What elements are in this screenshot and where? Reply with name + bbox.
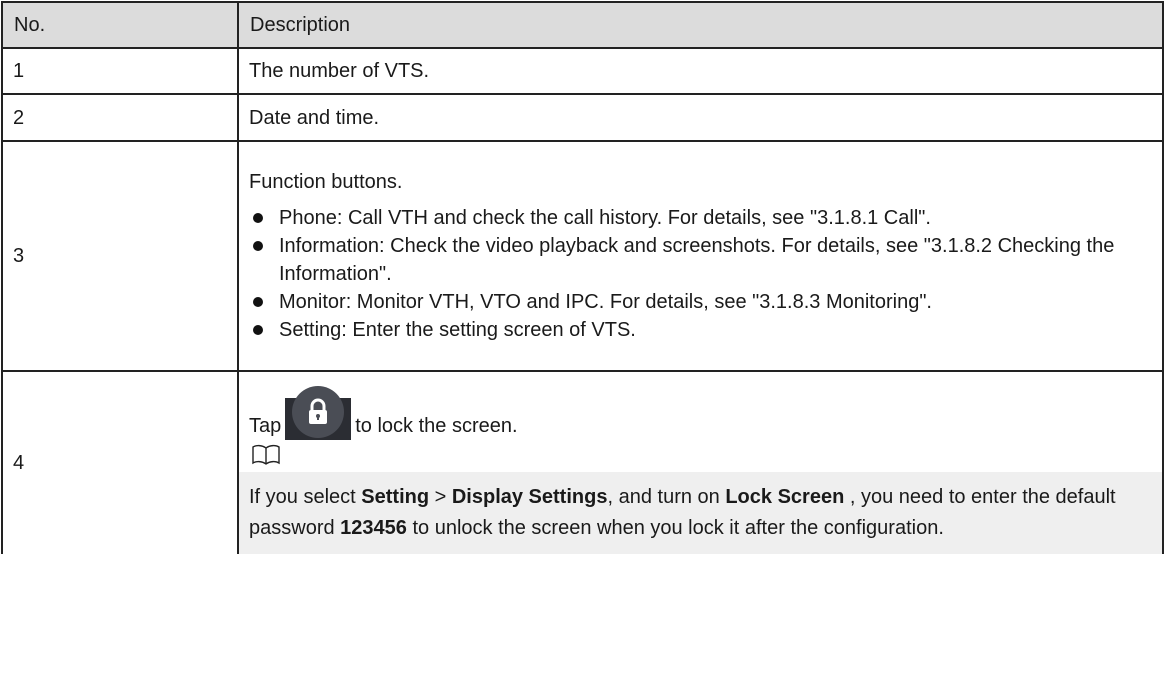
bullet-icon [253,297,263,307]
list-item-text: Information: Check the video playback an… [279,235,1115,285]
bullet-icon [253,213,263,223]
row-number: 3 [1,140,239,372]
lock-icon [285,384,352,440]
list-item: Monitor: Monitor VTH, VTO and IPC. For d… [249,288,1152,316]
tap-label: Tap [249,415,282,437]
row-description: The number of VTS. [237,47,1164,95]
table-header-row: No. Description [1,1,1164,49]
table-row: 2 Date and time. [1,93,1164,142]
tap-description: to lock the screen. [355,415,518,437]
note-bold-password: 123456 [340,517,407,539]
row-number: 2 [1,93,239,142]
bullet-icon [253,241,263,251]
note-box: If you select Setting > Display Settings… [239,472,1162,554]
function-buttons-list: Phone: Call VTH and check the call histo… [249,204,1152,344]
list-item-text: Phone: Call VTH and check the call histo… [279,207,931,229]
note-text: to unlock the screen when you lock it af… [406,517,944,539]
bullet-icon [253,325,263,335]
header-no: No. [1,1,239,49]
tap-instruction: Tap to lock the screen. [249,384,1152,440]
list-item-text: Setting: Enter the setting screen of VTS… [279,319,636,341]
note-bold-display-settings: Display Settings [451,486,608,508]
row-number: 1 [1,47,239,95]
table-row: 3 Function buttons. Phone: Call VTH and … [1,140,1164,372]
note-text: > [429,486,452,508]
table-row: 4 Tap to lock the screen. If you select … [1,370,1164,554]
description-table: No. Description 1 The number of VTS. 2 D… [1,1,1164,554]
row-description: Function buttons. Phone: Call VTH and ch… [237,140,1164,372]
list-item-text: Monitor: Monitor VTH, VTO and IPC. For d… [279,291,932,313]
row-description: Tap to lock the screen. If you select Se… [237,370,1164,554]
note-text: , and turn on [607,486,726,508]
book-icon [252,444,280,465]
header-description: Description [237,1,1164,49]
row-description: Date and time. [237,93,1164,142]
note-bold-setting: Setting [361,486,430,508]
note-text: If you select [249,486,362,508]
list-item: Information: Check the video playback an… [249,232,1152,288]
row-number: 4 [1,370,239,554]
list-item: Phone: Call VTH and check the call histo… [249,204,1152,232]
note-bold-lock-screen: Lock Screen [725,486,845,508]
list-item: Setting: Enter the setting screen of VTS… [249,316,1152,344]
table-row: 1 The number of VTS. [1,47,1164,95]
function-buttons-intro: Function buttons. [249,171,403,193]
